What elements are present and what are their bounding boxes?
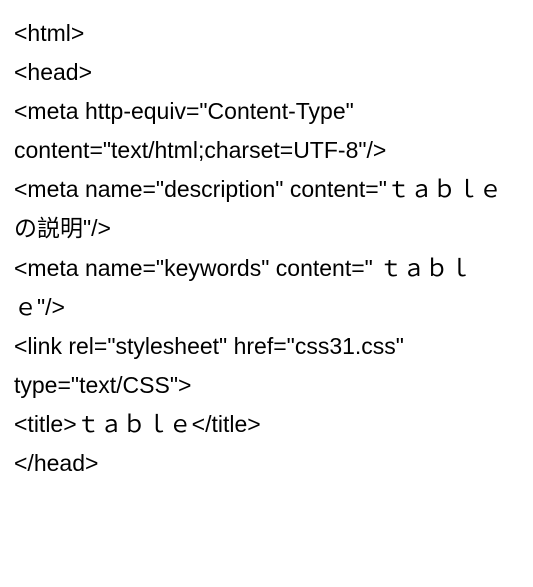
code-line-3: <meta http-equiv="Content-Type" content=… — [14, 92, 519, 170]
code-line-7: <title>ｔａｂｌｅ</title> — [14, 405, 519, 444]
code-line-4: <meta name="description" content="ｔａｂｌｅ … — [14, 170, 519, 248]
code-line-2: <head> — [14, 53, 519, 92]
code-line-5: <meta name="keywords" content=" ｔａｂｌｅ"/> — [14, 249, 519, 327]
code-line-8: </head> — [14, 444, 519, 483]
code-line-6: <link rel="stylesheet" href="css31.css" … — [14, 327, 519, 405]
code-line-1: <html> — [14, 14, 519, 53]
